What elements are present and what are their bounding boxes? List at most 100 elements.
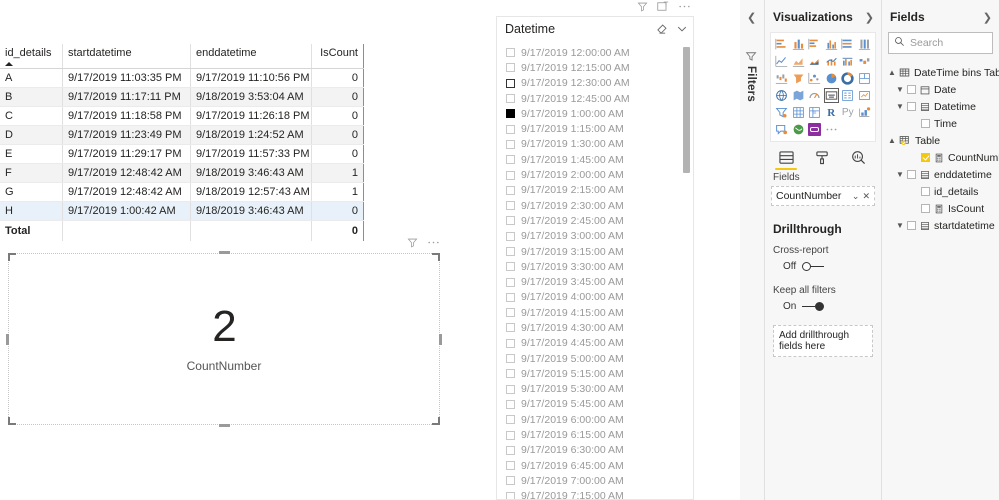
slicer-item[interactable]: 9/17/2019 6:30:00 AM — [497, 443, 693, 458]
table-cell-id_details[interactable]: H — [0, 201, 63, 221]
waterfall-chart-icon[interactable] — [774, 71, 790, 86]
card-visual[interactable]: 2 CountNumber — [6, 238, 442, 427]
slicer-item[interactable]: 9/17/2019 5:15:00 AM — [497, 366, 693, 381]
slicer-item-checkbox[interactable] — [506, 399, 515, 409]
slicer-item-checkbox[interactable] — [506, 201, 515, 211]
table-visual[interactable]: id_details startdatetime enddatetime IsC… — [0, 44, 364, 241]
visual-type-icon-grid[interactable]: R Py — [774, 37, 872, 137]
field-item-iscount[interactable]: IsCount — [882, 200, 999, 217]
table-visual-icon[interactable] — [791, 105, 807, 120]
table-cell-iscount[interactable]: 0 — [311, 144, 364, 164]
slicer-item[interactable]: 9/17/2019 1:45:00 AM — [497, 152, 693, 167]
slicer-item-checkbox[interactable] — [506, 247, 515, 256]
table-cell-startdatetime[interactable]: 9/17/2019 11:29:17 PM — [62, 144, 191, 164]
field-checkbox[interactable] — [921, 187, 930, 196]
slicer-item[interactable]: 9/17/2019 12:00:00 AM — [497, 45, 693, 60]
fields-table-table[interactable]: ▲ Table — [882, 132, 999, 149]
cross-report-toggle[interactable] — [802, 262, 825, 271]
slicer-item-checkbox[interactable] — [506, 231, 515, 241]
hundred-percent-stacked-column-chart-icon[interactable] — [857, 37, 873, 52]
more-options-icon[interactable] — [678, 1, 691, 15]
table-cell-startdatetime[interactable]: 9/17/2019 11:03:35 PM — [62, 68, 191, 88]
table-cell-iscount[interactable]: 0 — [311, 125, 364, 145]
table-cell-enddatetime[interactable]: 9/18/2019 3:46:43 AM — [190, 163, 312, 183]
field-item-enddatetime[interactable]: ▼ enddatetime — [882, 166, 999, 183]
slicer-item-checkbox[interactable] — [506, 491, 515, 499]
table-cell-startdatetime[interactable]: 9/17/2019 12:48:42 AM — [62, 163, 191, 183]
chevron-up-icon[interactable]: ▲ — [888, 68, 899, 77]
key-influencers-visual-icon[interactable] — [857, 105, 873, 120]
slicer-item-checkbox[interactable] — [506, 78, 515, 88]
filter-icon[interactable] — [745, 50, 758, 65]
drillthrough-drop-zone[interactable]: Add drillthrough fields here — [773, 325, 873, 357]
chevron-up-icon[interactable]: ▲ — [888, 136, 899, 145]
table-cell-startdatetime[interactable]: 9/17/2019 12:48:42 AM — [62, 182, 191, 202]
fields-table-datetime-bins-table[interactable]: ▲ DateTime bins Table — [882, 64, 999, 81]
slicer-item-checkbox[interactable] — [506, 185, 515, 195]
table-row[interactable]: F 9/17/2019 12:48:42 AM 9/18/2019 3:46:43 … — [0, 163, 364, 183]
table-cell-iscount[interactable]: 0 — [311, 68, 364, 88]
more-options-icon[interactable] — [427, 237, 440, 248]
fields-pane[interactable]: Fields ❯ Search ▲ DateTime bins Table ▼ Dat… — [882, 0, 999, 500]
map-visual-icon[interactable] — [774, 88, 790, 103]
slicer-item[interactable]: 9/17/2019 3:00:00 AM — [497, 229, 693, 244]
multi-row-card-visual-icon[interactable] — [840, 88, 856, 103]
table-cell-id_details[interactable]: A — [0, 68, 63, 88]
slicer-item-checkbox[interactable] — [506, 461, 515, 471]
slicer-item-checkbox[interactable] — [506, 308, 515, 318]
table-row[interactable]: G 9/17/2019 12:48:42 AM 9/18/2019 12:57:43… — [0, 182, 364, 202]
field-item-time[interactable]: Time — [882, 115, 999, 132]
chevron-down-icon[interactable]: ⌄ — [852, 191, 860, 202]
table-cell-startdatetime[interactable]: 9/17/2019 11:18:58 PM — [62, 106, 191, 126]
matrix-visual-icon[interactable] — [807, 105, 823, 120]
field-checkbox[interactable] — [921, 153, 930, 162]
filters-pane-collapsed[interactable]: ❮ Filters — [740, 0, 765, 500]
field-item-startdatetime[interactable]: ▼ startdatetime — [882, 217, 999, 234]
line-stacked-column-chart-icon[interactable] — [824, 54, 840, 69]
slicer-item[interactable]: 9/17/2019 1:00:00 AM — [497, 106, 693, 121]
table-cell-id_details[interactable]: F — [0, 163, 63, 183]
slicer-item[interactable]: 9/17/2019 12:30:00 AM — [497, 76, 693, 91]
table-row[interactable]: E 9/17/2019 11:29:17 PM 9/17/2019 11:57:33… — [0, 144, 364, 164]
column-header-enddatetime[interactable]: enddatetime — [190, 44, 312, 69]
slicer-item[interactable]: 9/17/2019 2:00:00 AM — [497, 167, 693, 182]
visual-type-gallery[interactable]: R Py — [770, 32, 876, 142]
column-header-iscount[interactable]: IsCount — [311, 44, 364, 69]
slicer-item[interactable]: 9/17/2019 2:45:00 AM — [497, 213, 693, 228]
slicer-item[interactable]: 9/17/2019 12:15:00 AM — [497, 60, 693, 75]
column-header-startdatetime[interactable]: startdatetime — [62, 44, 191, 69]
slicer-visual-header[interactable] — [637, 1, 691, 15]
visualizations-pane[interactable]: Visualizations ❯ R Py Fields CountNumber … — [765, 0, 882, 500]
python-script-visual-icon[interactable]: Py — [840, 105, 856, 120]
format-tab[interactable] — [811, 150, 833, 170]
table-row[interactable]: B 9/17/2019 11:17:11 PM 9/18/2019 3:53:04 … — [0, 87, 364, 107]
field-wells-tabs[interactable] — [765, 142, 881, 170]
slicer-item-checkbox[interactable] — [506, 170, 515, 180]
table-row[interactable]: C 9/17/2019 11:18:58 PM 9/17/2019 11:26:18… — [0, 106, 364, 126]
slicer-item-checkbox[interactable] — [506, 415, 515, 425]
remove-icon[interactable]: ✕ — [862, 191, 870, 202]
slicer-item[interactable]: 9/17/2019 3:15:00 AM — [497, 244, 693, 259]
slicer-item-checkbox[interactable] — [506, 63, 515, 73]
cross-report-toggle-row[interactable]: Off — [773, 261, 873, 272]
focus-mode-icon[interactable] — [657, 1, 669, 15]
keep-all-filters-toggle[interactable] — [802, 302, 825, 311]
chevron-right-icon[interactable]: ❯ — [865, 11, 874, 24]
table-cell-startdatetime[interactable]: 9/17/2019 11:23:49 PM — [62, 125, 191, 145]
table-cell-iscount[interactable]: 0 — [311, 87, 364, 107]
pie-chart-icon[interactable] — [824, 71, 840, 86]
report-canvas[interactable]: id_details startdatetime enddatetime IsC… — [0, 0, 740, 500]
analytics-tab[interactable] — [847, 150, 869, 170]
chevron-down-icon[interactable]: ▼ — [896, 221, 907, 230]
table-cell-enddatetime[interactable]: 9/17/2019 11:57:33 PM — [190, 144, 312, 164]
chevron-right-icon[interactable]: ❯ — [983, 11, 992, 24]
slicer-item[interactable]: 9/17/2019 2:30:00 AM — [497, 198, 693, 213]
filled-map-visual-icon[interactable] — [791, 88, 807, 103]
slicer-item[interactable]: 9/17/2019 4:15:00 AM — [497, 305, 693, 320]
slicer-item-checkbox[interactable] — [506, 354, 515, 364]
datetime-slicer[interactable]: Datetime 9/17/2019 12:00:00 AM 9/17/2019 … — [496, 1, 694, 500]
table-cell-enddatetime[interactable]: 9/17/2019 11:26:18 PM — [190, 106, 312, 126]
clustered-bar-chart-icon[interactable] — [807, 37, 823, 52]
field-item-datetime[interactable]: ▼ Datetime — [882, 98, 999, 115]
field-checkbox[interactable] — [907, 221, 916, 230]
